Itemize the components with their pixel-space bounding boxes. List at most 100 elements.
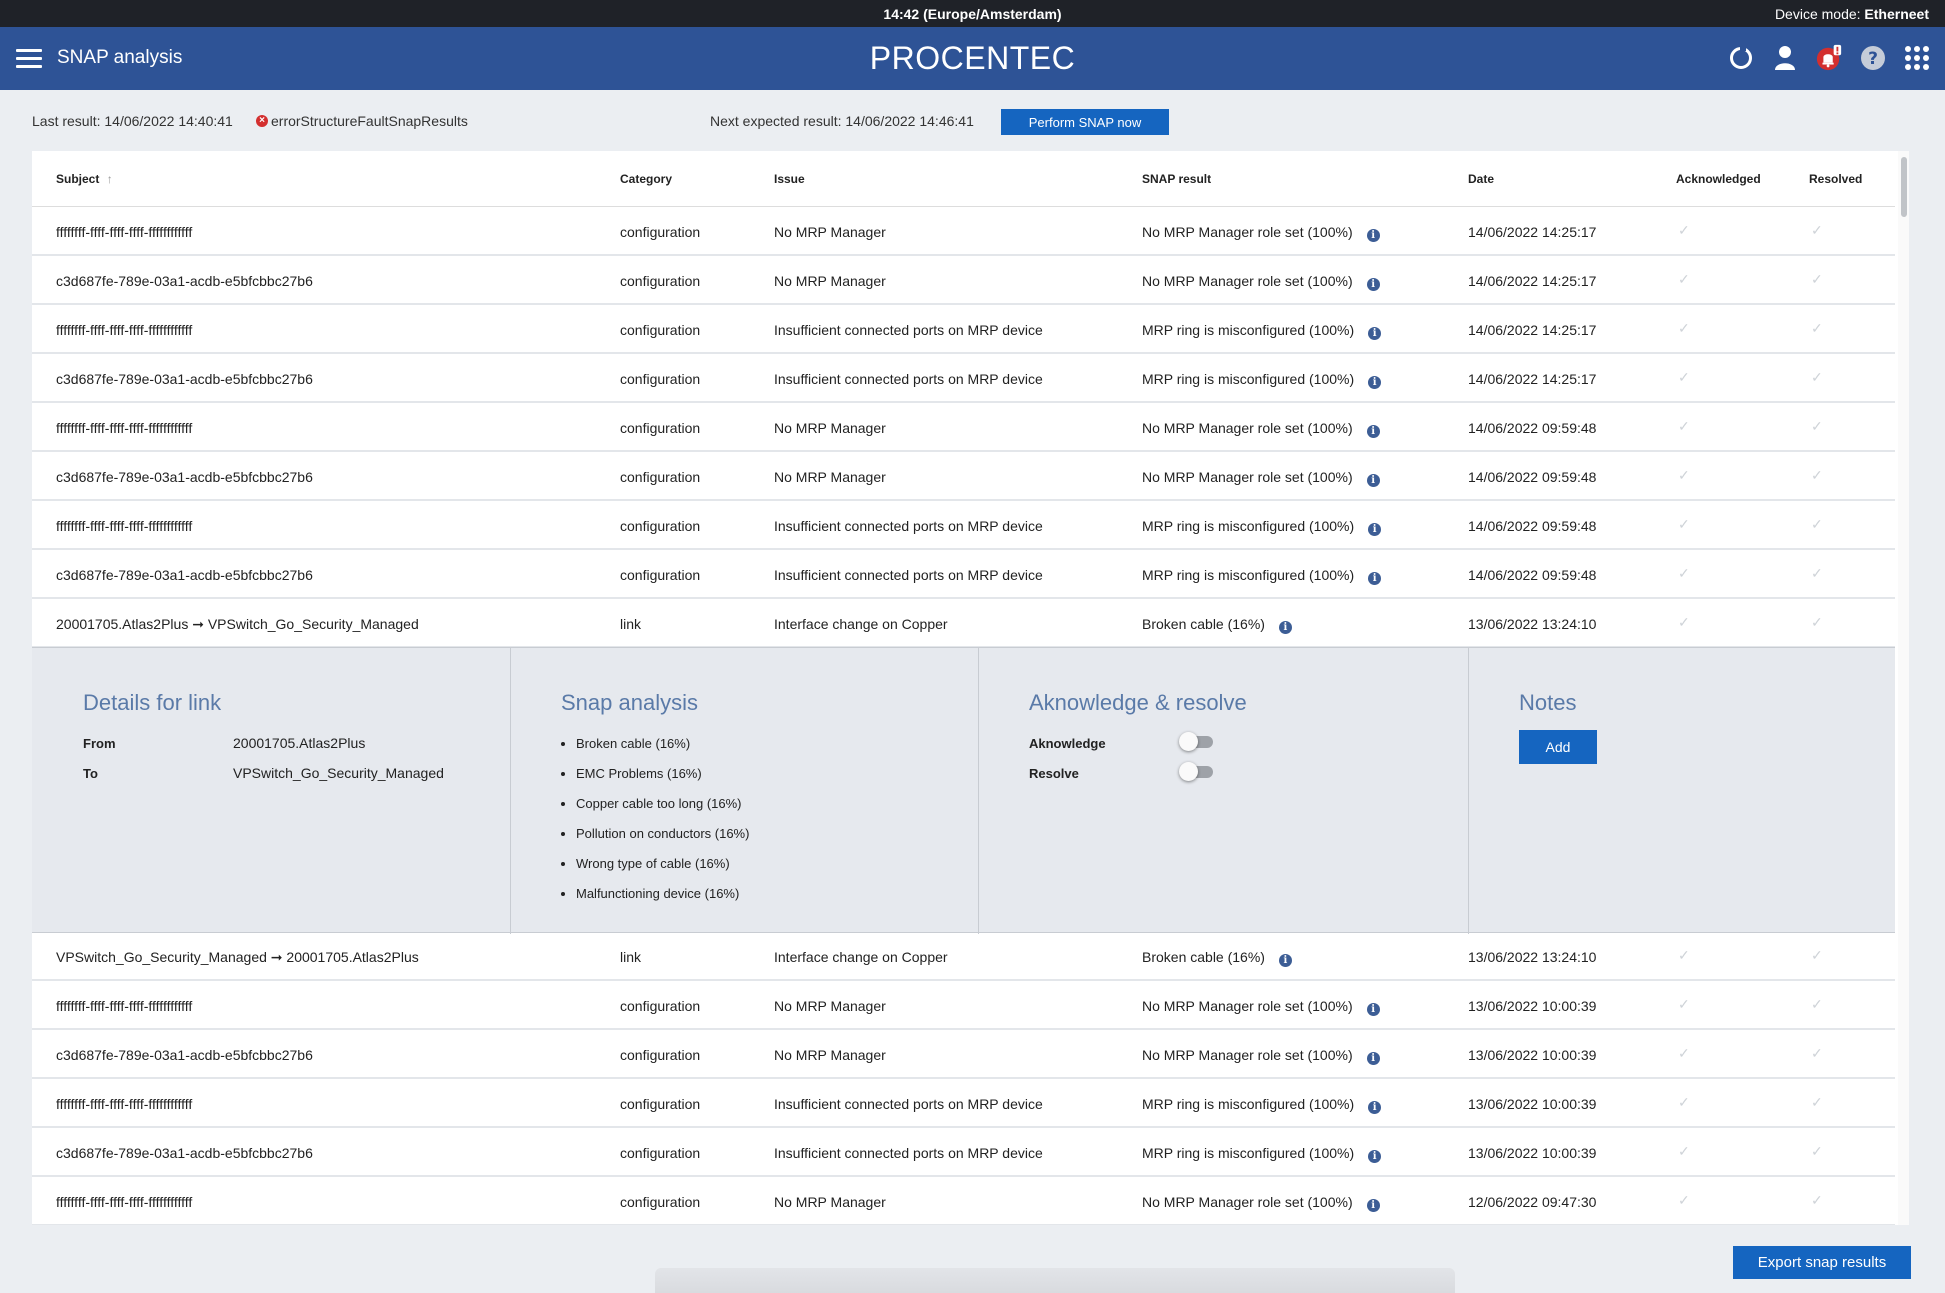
acknowledged-check-icon[interactable]: ✓ [1678,614,1690,631]
column-header-date[interactable]: Date [1468,172,1494,186]
resolved-check-icon[interactable]: ✓ [1811,996,1823,1013]
resolved-check-icon[interactable]: ✓ [1811,320,1823,337]
info-icon[interactable]: i [1366,1052,1380,1065]
info-icon[interactable]: i [1366,1003,1380,1016]
table-row[interactable]: VPSwitch_Go_Security_Managed ➞ 20001705.… [32,933,1895,981]
table-scrollbar[interactable] [1898,151,1909,1225]
resolved-check-icon[interactable]: ✓ [1811,1045,1823,1062]
category-text: link [620,949,642,965]
info-icon[interactable]: i [1368,1150,1382,1163]
info-icon[interactable]: i [1366,1199,1380,1212]
hamburger-menu-icon[interactable] [16,49,42,69]
table-row[interactable]: 20001705.Atlas2Plus ➞ VPSwitch_Go_Securi… [32,600,1895,648]
acknowledged-check-icon[interactable]: ✓ [1678,320,1690,337]
table-row[interactable]: c3d687fe-789e-03a1-acdb-e5bfcbbc27b6 conf… [32,257,1895,305]
resolved-check-icon[interactable]: ✓ [1811,369,1823,386]
info-icon[interactable]: i [1368,523,1382,536]
cell-date: 13/06/2022 10:00:39 [1468,1096,1596,1112]
table-row[interactable]: c3d687fe-789e-03a1-acdb-e5bfcbbc27b6 conf… [32,551,1895,599]
info-icon[interactable]: i [1278,954,1292,967]
acknowledged-check-icon[interactable]: ✓ [1678,271,1690,288]
acknowledged-check-icon[interactable]: ✓ [1678,565,1690,582]
row-details-panel: Details for link From 20001705.Atlas2Plu… [32,647,1895,934]
refresh-icon[interactable] [1727,44,1755,72]
cell-category: configuration [620,322,700,338]
category-text: configuration [620,1047,701,1063]
acknowledge-toggle[interactable] [1179,731,1215,751]
link-details-title: Details for link [83,690,222,715]
acknowledged-check-icon[interactable]: ✓ [1678,418,1690,435]
resolved-check-icon[interactable]: ✓ [1811,1143,1823,1160]
info-icon[interactable]: i [1368,572,1382,585]
column-header-issue[interactable]: Issue [774,172,805,186]
info-icon[interactable]: i [1368,1101,1382,1114]
help-icon[interactable]: ? [1859,44,1887,72]
info-icon[interactable]: i [1368,327,1382,340]
cell-issue: Insufficient connected ports on MRP devi… [774,567,1043,583]
table-row[interactable]: c3d687fe-789e-03a1-acdb-e5bfcbbc27b6 conf… [32,453,1895,501]
column-header-category[interactable]: Category [620,172,672,186]
table-row[interactable]: c3d687fe-789e-03a1-acdb-e5bfcbbc27b6 conf… [32,355,1895,403]
resolved-check-icon[interactable]: ✓ [1811,947,1823,964]
acknowledged-check-icon[interactable]: ✓ [1678,516,1690,533]
cell-category: configuration [620,518,700,534]
date-text: 14/06/2022 14:25:17 [1468,371,1597,387]
resolved-check-icon[interactable]: ✓ [1811,271,1823,288]
info-icon[interactable]: i [1366,229,1380,242]
acknowledged-check-icon[interactable]: ✓ [1678,947,1690,964]
resolved-check-icon[interactable]: ✓ [1811,222,1823,239]
info-icon[interactable]: i [1366,425,1380,438]
table-row[interactable]: ffffffff-ffff-ffff-ffff-ffffffffffff conf… [32,982,1895,1030]
cell-snap-result: No MRP Manager role set (100%) i [1142,1047,1380,1065]
table-row[interactable]: ffffffff-ffff-ffff-ffff-ffffffffffff conf… [32,1080,1895,1128]
acknowledged-check-icon[interactable]: ✓ [1678,1192,1690,1209]
table-row[interactable]: ffffffff-ffff-ffff-ffff-ffffffffffff conf… [32,208,1895,256]
info-icon[interactable]: i [1368,376,1382,389]
resolved-check-icon[interactable]: ✓ [1811,516,1823,533]
column-header-subject[interactable]: Subject ↑ [56,172,113,186]
acknowledged-check-icon[interactable]: ✓ [1678,222,1690,239]
snap-analysis-item: Wrong type of cable (16%) [561,856,730,871]
table-row[interactable]: ffffffff-ffff-ffff-ffff-ffffffffffff conf… [32,404,1895,452]
table-row[interactable]: ffffffff-ffff-ffff-ffff-ffffffffffff conf… [32,1178,1895,1225]
column-header-resolved[interactable]: Resolved [1809,172,1862,186]
user-icon[interactable] [1771,44,1799,72]
resolved-check-icon[interactable]: ✓ [1811,1094,1823,1111]
info-icon[interactable]: i [1278,621,1292,634]
acknowledged-check-icon[interactable]: ✓ [1678,467,1690,484]
add-note-button[interactable]: Add [1519,730,1597,764]
apps-icon[interactable] [1903,44,1931,72]
resolved-check-icon[interactable]: ✓ [1811,418,1823,435]
resolve-toggle[interactable] [1179,761,1215,781]
cell-category: configuration [620,1047,700,1063]
acknowledged-check-icon[interactable]: ✓ [1678,996,1690,1013]
column-header-acknowledged[interactable]: Acknowledged [1676,172,1761,186]
category-text: configuration [620,1145,701,1161]
acknowledged-check-icon[interactable]: ✓ [1678,369,1690,386]
notifications-icon[interactable] [1815,44,1843,72]
perform-snap-button[interactable]: Perform SNAP now [1001,109,1169,135]
scrollbar-thumb[interactable] [1901,157,1907,217]
acknowledged-check-icon[interactable]: ✓ [1678,1045,1690,1062]
resolved-check-icon[interactable]: ✓ [1811,614,1823,631]
info-icon[interactable]: i [1366,474,1380,487]
from-label: From [83,736,116,751]
column-header-snap-result[interactable]: SNAP result [1142,172,1211,186]
table-row[interactable]: c3d687fe-789e-03a1-acdb-e5bfcbbc27b6 conf… [32,1031,1895,1079]
date-text: 14/06/2022 14:25:17 [1468,273,1597,289]
sort-arrow-up-icon[interactable]: ↑ [107,172,113,186]
cell-subject: c3d687fe-789e-03a1-acdb-e5bfcbbc27b6 [56,273,313,289]
snap-result-text: MRP ring is misconfigured (100%) [1142,1096,1355,1112]
acknowledged-check-icon[interactable]: ✓ [1678,1143,1690,1160]
table-row[interactable]: ffffffff-ffff-ffff-ffff-ffffffffffff conf… [32,502,1895,550]
subject-text: ffffffff-ffff-ffff-ffff-ffffffffffff [56,322,193,338]
resolved-check-icon[interactable]: ✓ [1811,1192,1823,1209]
resolved-check-icon[interactable]: ✓ [1811,467,1823,484]
acknowledged-check-icon[interactable]: ✓ [1678,1094,1690,1111]
resolved-check-icon[interactable]: ✓ [1811,565,1823,582]
table-row[interactable]: ffffffff-ffff-ffff-ffff-ffffffffffff conf… [32,306,1895,354]
export-snap-results-button[interactable]: Export snap results [1733,1246,1911,1279]
info-icon[interactable]: i [1366,278,1380,291]
table-row[interactable]: c3d687fe-789e-03a1-acdb-e5bfcbbc27b6 conf… [32,1129,1895,1177]
issue-text: No MRP Manager [774,273,886,289]
